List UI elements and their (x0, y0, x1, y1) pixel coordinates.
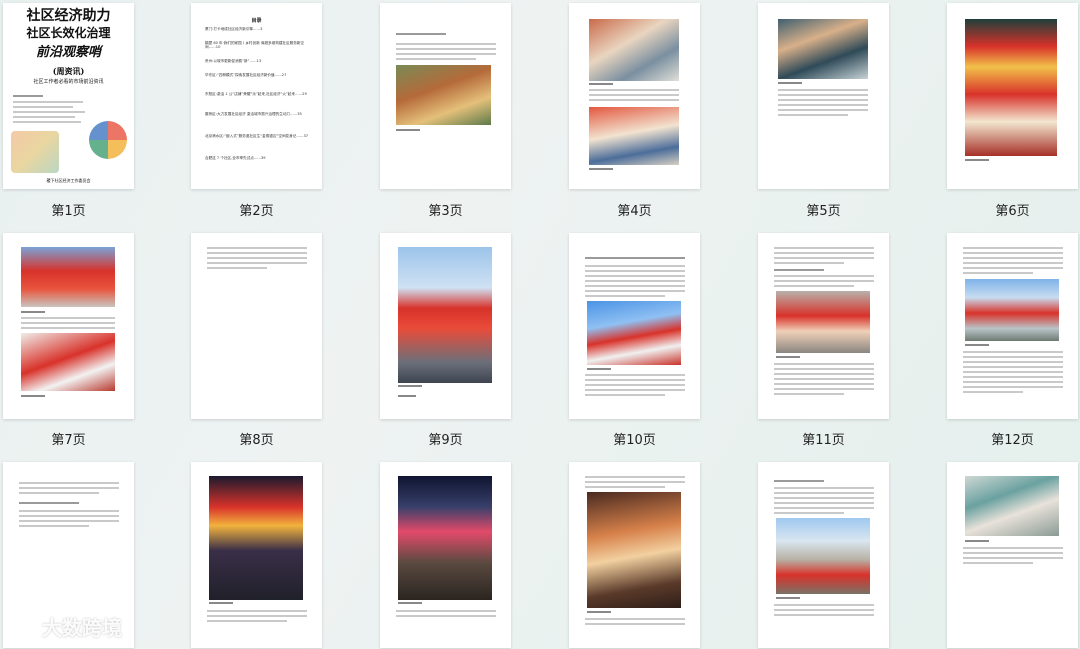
page-thumbnail-12[interactable] (947, 233, 1078, 419)
page-thumbnail-4[interactable] (569, 3, 700, 189)
page-label-7: 第7页 (51, 433, 86, 448)
cover-title-3: 前沿观察哨 (35, 45, 101, 60)
photo-plaza (965, 279, 1059, 341)
page-label-5: 第5页 (806, 204, 841, 219)
toc-item-2: 鹤壁 60 年·我们的家园丨乡村创新 商超多维构建社区服务新空间……10 (205, 41, 304, 50)
photo-storefront (587, 301, 681, 365)
watermark: 大数跨境 (12, 612, 122, 641)
page-thumbnail-5[interactable] (758, 3, 889, 189)
cover-title-2: 社区长效化治理 (26, 26, 111, 40)
cover-illustration (11, 131, 59, 173)
page-thumbnail-6[interactable] (947, 3, 1078, 189)
watermark-text: 大数跨境 (42, 616, 122, 640)
photo-neon-signs (965, 19, 1057, 156)
photo-market (396, 65, 491, 125)
photo-shoppers (589, 19, 679, 81)
photo-apartment (776, 518, 870, 594)
page-thumbnail-1[interactable]: 社区经济助力 社区长效化治理 前沿观察哨 (周资讯) 社区工作者必看的市场前沿资… (3, 3, 134, 189)
toc-item-4: 华东区:“四种模式”探索发展社区经济新价值……27 (205, 73, 287, 77)
toc-item-6: 藤桥区:大力发展社区经济 激活城市振兴治理的生动力……35 (205, 112, 302, 116)
page-label-11: 第11页 (802, 433, 845, 448)
photo-shop-facade (776, 291, 870, 353)
page-thumbnail-16[interactable] (569, 462, 700, 648)
page-label-10: 第10页 (613, 433, 656, 448)
cover-subtitle: (周资讯) (52, 66, 85, 76)
page-thumbnail-2[interactable]: 目录 厦门:打卡地成社区经济新引擎……3 鹤壁 60 年·我们的家园丨乡村创新 … (191, 3, 322, 189)
page-label-3: 第3页 (428, 204, 463, 219)
toc-item-3: 贵州:以城市更新促消费“新”……13 (205, 59, 262, 63)
page-label-6: 第6页 (995, 204, 1030, 219)
cover-subtitle-2: 社区工作者必看的市场前沿资讯 (33, 79, 104, 85)
page-thumbnail-14[interactable] (191, 462, 322, 648)
page-label-9: 第9页 (428, 433, 463, 448)
toc-title: 目录 (251, 18, 262, 24)
page-label-8: 第8页 (239, 433, 274, 448)
page-label-12: 第12页 (991, 433, 1034, 448)
photo-red-building (21, 247, 115, 307)
photo-food-stall (587, 492, 681, 608)
watermark-logo-icon (12, 615, 38, 638)
page-label-2: 第2页 (239, 204, 274, 219)
cover-title-1: 社区经济助力 (26, 8, 111, 24)
page-label-1: 第1页 (51, 204, 86, 219)
toc-item-7: 北京滴水区:“嵌入式”服务邀社区生“金角银边”空间变身记……37 (205, 134, 309, 138)
photo-crowd (778, 19, 868, 79)
photo-night-street (209, 476, 303, 600)
page-thumbnail-15[interactable] (380, 462, 511, 648)
page-thumbnail-11[interactable] (758, 233, 889, 419)
page-thumbnail-18[interactable] (947, 462, 1078, 648)
photo-red-stage (21, 333, 115, 391)
cover-footer: 稷下社区经济工作委员会 (46, 178, 91, 183)
toc-item-8: 合肥这 7 个社区,全市率先试点……39 (205, 156, 266, 160)
page-thumbnail-7[interactable] (3, 233, 134, 419)
toc-item-1: 厦门:打卡地成社区经济新引擎……3 (205, 27, 263, 31)
page-thumbnail-3[interactable] (380, 3, 511, 189)
page-label-4: 第4页 (617, 204, 652, 219)
toc-item-5: 东阳区:激活 1 公“店铺”荣耀“派”起来,社区经济“火”起来……29 (205, 92, 307, 96)
photo-service-hall (965, 476, 1059, 536)
page-thumbnail-9[interactable] (380, 233, 511, 419)
photo-night-crowd (398, 476, 492, 600)
photo-banners (398, 247, 492, 383)
page-thumbnail-8[interactable] (191, 233, 322, 419)
photo-counter (589, 107, 679, 165)
page-thumbnail-17[interactable] (758, 462, 889, 648)
cover-logo-mosaic (89, 121, 127, 159)
page-thumbnail-10[interactable] (569, 233, 700, 419)
